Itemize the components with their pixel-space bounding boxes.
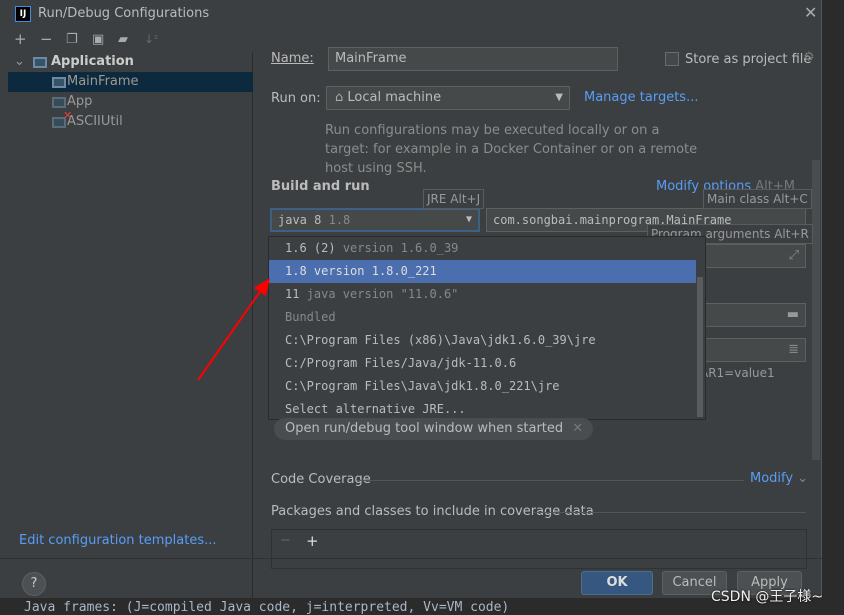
env-input[interactable]: ≣ <box>690 338 806 362</box>
remove-icon[interactable]: − <box>40 30 53 48</box>
application-icon <box>33 57 47 68</box>
divider <box>0 558 822 559</box>
red-arrow-annotation <box>197 278 270 381</box>
code-coverage-heading: Code Coverage <box>271 472 371 487</box>
expand-icon[interactable]: ⤢ <box>789 245 799 267</box>
build-run-heading: Build and run <box>271 179 370 194</box>
dropdown-arrow-icon: ▼ <box>465 214 472 225</box>
store-checkbox[interactable] <box>665 52 679 66</box>
error-icon: ✕ <box>63 109 73 122</box>
close-icon[interactable]: ✕ <box>804 3 817 22</box>
edit-templates-link[interactable]: Edit configuration templates... <box>19 533 217 548</box>
tooltip-main-class: Main class Alt+C <box>703 189 812 209</box>
jre-option-selected[interactable]: 1.8 version 1.8.0_221 <box>269 260 696 283</box>
divider <box>534 512 806 513</box>
add-icon[interactable]: + <box>14 30 27 48</box>
run-on-label: Run on: <box>271 91 321 106</box>
tree-group-application[interactable]: ⌄ Application <box>8 52 253 72</box>
jre-dropdown-list: 1.6 (2) version 1.6.0_39 1.8 version 1.8… <box>268 236 706 420</box>
help-button[interactable]: ? <box>22 572 46 596</box>
program-args-input[interactable]: ⤢ <box>690 244 806 268</box>
dropdown-scrollbar[interactable] <box>697 277 703 417</box>
modify-link[interactable]: Modify ⌄ <box>750 471 808 486</box>
close-icon[interactable]: ✕ <box>572 418 583 440</box>
sort-icon[interactable]: ↓ᶻ <box>144 32 158 46</box>
remove-icon[interactable]: − <box>280 533 291 548</box>
store-label[interactable]: Store as project file <box>685 52 811 67</box>
copy-icon[interactable]: ❐ <box>66 32 78 47</box>
divider <box>357 480 744 481</box>
tree-item-asciiutil[interactable]: ✕ ASCIIUtil <box>8 109 253 132</box>
add-icon[interactable]: + <box>306 532 319 550</box>
jre-option[interactable]: C:\Program Files (x86)\Java\jdk1.6.0_39\… <box>269 329 696 352</box>
packages-table: − + <box>271 529 807 569</box>
working-dir-input[interactable]: ▬ <box>690 303 806 327</box>
jre-select[interactable]: java 8 1.8 ▼ <box>270 208 480 232</box>
watermark: CSDN @王子様~ <box>711 589 824 605</box>
jre-option[interactable]: 1.6 (2) version 1.6.0_39 <box>269 237 696 260</box>
ok-button[interactable]: OK <box>581 571 653 595</box>
run-on-select[interactable]: ⌂ Local machine ▼ <box>326 86 570 110</box>
option-chip[interactable]: Open run/debug tool window when started ✕ <box>274 418 594 440</box>
application-icon <box>52 77 66 88</box>
env-hint: AR1=value1 <box>700 366 775 380</box>
gear-icon[interactable]: ⚙ <box>803 50 815 65</box>
home-icon: ⌂ <box>335 90 344 105</box>
folder-icon[interactable]: ▬ <box>787 304 799 326</box>
jre-option[interactable]: C:\Program Files\Java\jdk1.8.0_221\jre <box>269 375 696 398</box>
jre-group-bundled: Bundled <box>285 310 336 324</box>
jre-option[interactable]: C:/Program Files/Java/jdk-11.0.6 <box>269 352 696 375</box>
new-folder-icon[interactable]: ▰ <box>118 32 128 47</box>
save-icon[interactable]: ▣ <box>92 32 104 47</box>
dropdown-arrow-icon: ▼ <box>555 92 563 103</box>
run-debug-dialog: IJ Run/Debug Configurations ✕ + − ❐ ▣ ▰ … <box>0 0 822 598</box>
manage-targets-link[interactable]: Manage targets... <box>584 90 698 105</box>
chevron-down-icon[interactable]: ⌄ <box>14 52 25 72</box>
window-title: Run/Debug Configurations <box>38 6 210 21</box>
document-icon[interactable]: ≣ <box>788 339 799 361</box>
chevron-down-icon: ⌄ <box>797 471 809 486</box>
run-on-hint: Run configurations may be executed local… <box>325 123 698 176</box>
name-input[interactable]: MainFrame <box>328 47 618 71</box>
jre-option[interactable]: 11 java version "11.0.6" <box>269 283 696 306</box>
console-text: Java frames: (J=compiled Java code, j=in… <box>24 600 510 615</box>
tooltip-jre: JRE Alt+J <box>423 189 485 209</box>
tree-item-app[interactable]: App <box>8 92 253 112</box>
scrollbar[interactable] <box>812 160 820 460</box>
tree-item-mainframe[interactable]: MainFrame <box>8 72 253 92</box>
app-logo: IJ <box>15 6 31 22</box>
name-label: Name: <box>271 51 314 66</box>
